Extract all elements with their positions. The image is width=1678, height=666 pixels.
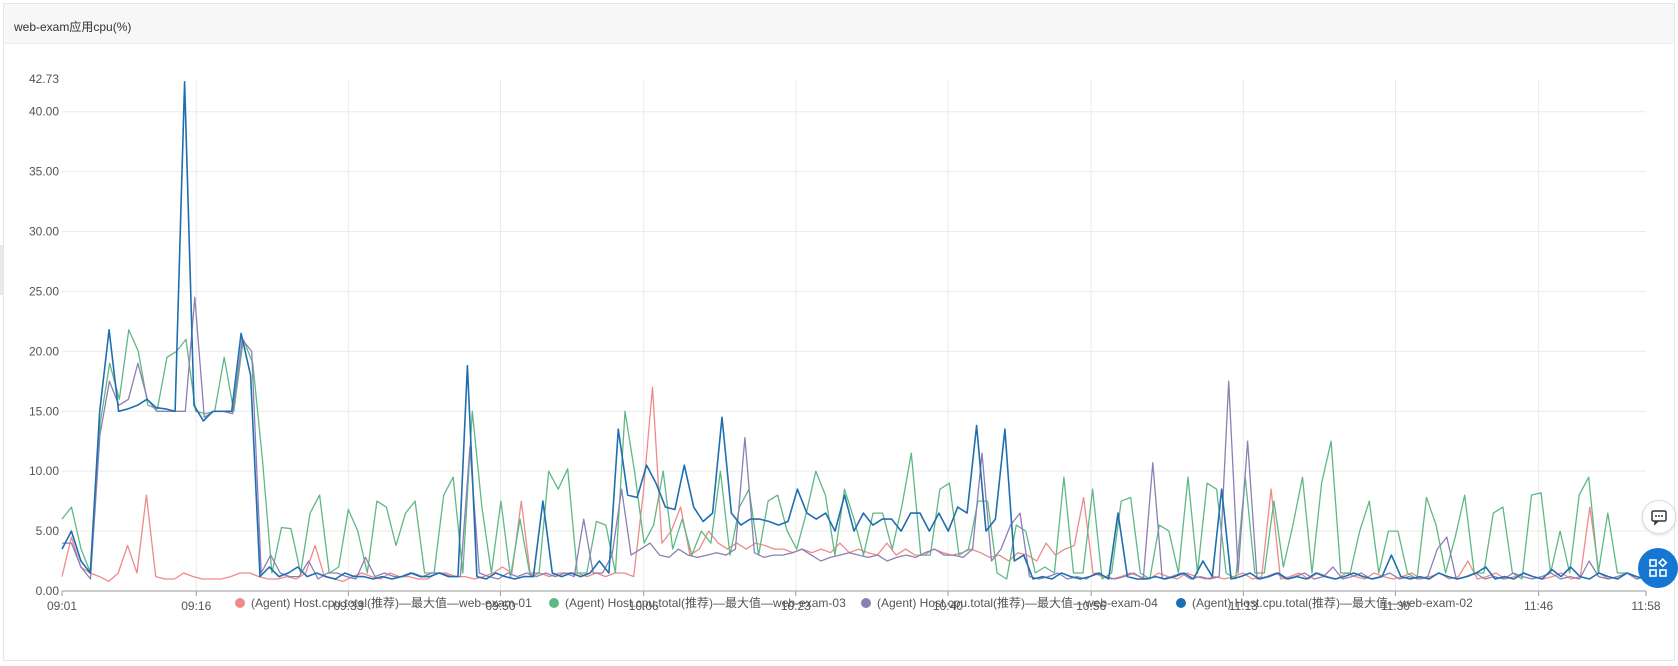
- y-tick-label: 0.00: [36, 584, 60, 598]
- series-line-1: [61, 386, 1647, 583]
- y-tick-label: 30.00: [29, 225, 59, 239]
- legend-label: (Agent) Host.cpu.total(推荐)—最大值—web-exam-…: [251, 595, 532, 610]
- y-tick-label: 10.00: [29, 464, 59, 478]
- x-tick-label: 11:46: [1524, 599, 1553, 613]
- series-line-4: [61, 81, 1647, 580]
- y-tick-label: 15.00: [29, 404, 59, 418]
- chat-button[interactable]: [1642, 500, 1676, 534]
- y-tick-label: 35.00: [29, 165, 59, 179]
- apps-button[interactable]: [1638, 548, 1678, 588]
- apps-icon: [1649, 558, 1668, 577]
- legend-label: (Agent) Host.cpu.total(推荐)—最大值—web-exam-…: [565, 595, 846, 610]
- x-tick-label: 09:16: [181, 599, 211, 613]
- y-tick-label: 5.00: [36, 524, 60, 538]
- y-tick-label: 20.00: [29, 344, 59, 358]
- legend-label: (Agent) Host.cpu.total(推荐)—最大值—web-exam-…: [877, 595, 1158, 610]
- chart-legend: (Agent) Host.cpu.total(推荐)—最大值—web-exam-…: [235, 595, 1473, 610]
- legend-marker: [549, 598, 559, 608]
- x-tick-label: 09:01: [47, 599, 77, 613]
- legend-marker: [861, 598, 871, 608]
- line-chart: 0.00 5.00 10.00 15.00 20.00 25.00 30.00 35.00 40…: [29, 72, 1661, 613]
- chat-icon: [1651, 510, 1667, 526]
- legend-marker: [235, 598, 245, 608]
- chart-series: [61, 81, 1647, 583]
- series-line-3: [62, 296, 1647, 580]
- y-tick-label: 42.73: [29, 72, 59, 86]
- x-tick-label: 11:58: [1631, 599, 1660, 613]
- y-axis: 0.00 5.00 10.00 15.00 20.00 25.00 30.00 35.00 40…: [29, 72, 59, 598]
- series-line-2: [61, 329, 1647, 580]
- y-tick-label: 25.00: [29, 284, 59, 298]
- legend-marker: [1176, 598, 1186, 608]
- legend-label: (Agent) Host.cpu.total(推荐)—最大值—web-exam-…: [1192, 595, 1473, 610]
- y-tick-label: 40.00: [29, 105, 59, 119]
- chart-grid: [62, 79, 1646, 591]
